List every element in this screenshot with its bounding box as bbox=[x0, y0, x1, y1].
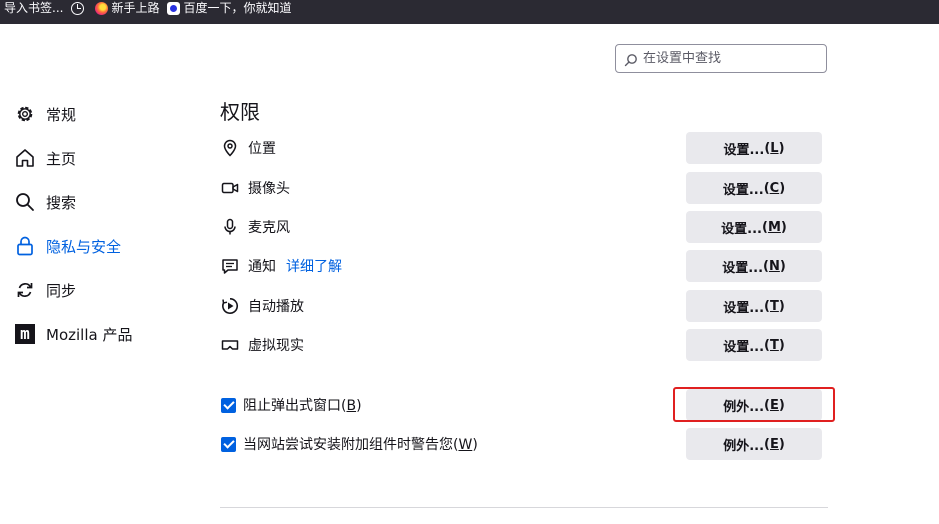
vr-icon bbox=[220, 335, 240, 355]
sync-icon bbox=[14, 279, 36, 301]
microphone-icon bbox=[220, 217, 240, 237]
learn-more-link[interactable]: 详细了解 bbox=[286, 256, 342, 276]
microphone-settings-button[interactable]: 设置...(M) bbox=[686, 211, 822, 243]
warn-addons-checkbox[interactable] bbox=[221, 436, 236, 452]
sidebar-item-label: 隐私与安全 bbox=[46, 237, 122, 256]
notification-icon bbox=[220, 256, 240, 276]
sidebar-item-privacy[interactable]: 隐私与安全 bbox=[14, 224, 194, 268]
block-popups-checkbox[interactable] bbox=[221, 397, 236, 413]
baidu-icon bbox=[167, 1, 181, 15]
home-icon bbox=[14, 147, 36, 169]
location-settings-button[interactable]: 设置...(L) bbox=[686, 132, 822, 164]
bookmark-import[interactable]: 导入书签... bbox=[0, 0, 67, 20]
sidebar-item-label: 搜索 bbox=[46, 193, 77, 212]
bookmark-history[interactable] bbox=[67, 0, 91, 20]
firefox-icon bbox=[95, 1, 109, 15]
sidebar-item-general[interactable]: 常规 bbox=[14, 92, 194, 136]
search-icon bbox=[624, 52, 638, 66]
settings-search-box[interactable] bbox=[615, 44, 827, 73]
permission-label: 虚拟现实 bbox=[248, 338, 304, 354]
sidebar-item-search[interactable]: 搜索 bbox=[14, 180, 194, 224]
vr-settings-button[interactable]: 设置...(T) bbox=[686, 329, 822, 361]
permission-label: 位置 bbox=[248, 141, 276, 157]
camera-icon bbox=[220, 178, 240, 198]
gear-icon bbox=[14, 103, 36, 125]
popups-exceptions-button[interactable]: 例外...(E) bbox=[686, 389, 822, 421]
sidebar-item-sync[interactable]: 同步 bbox=[14, 268, 194, 312]
sidebar-item-home[interactable]: 主页 bbox=[14, 136, 194, 180]
sidebar-item-label: 常规 bbox=[46, 105, 77, 124]
bookmark-baidu[interactable]: 百度一下，你就知道 bbox=[163, 0, 295, 20]
sidebar-item-mozilla[interactable]: m Mozilla 产品 bbox=[14, 312, 194, 356]
permissions-title: 权限 bbox=[220, 100, 260, 124]
autoplay-settings-button[interactable]: 设置...(T) bbox=[686, 290, 822, 322]
camera-settings-button[interactable]: 设置...(C) bbox=[686, 172, 822, 204]
permission-label: 通知 bbox=[248, 259, 276, 275]
block-popups-option[interactable]: 阻止弹出式窗口(B) bbox=[221, 390, 362, 420]
location-icon bbox=[220, 138, 240, 158]
sidebar: 常规 主页 搜索 隐私与安全 同步 m Mozilla 产品 bbox=[14, 92, 194, 356]
permission-label: 自动播放 bbox=[248, 299, 304, 315]
addons-exceptions-button[interactable]: 例外...(E) bbox=[686, 428, 822, 460]
bookmarks-toolbar: 导入书签... 新手上路 百度一下，你就知道 bbox=[0, 0, 939, 24]
warn-addons-option[interactable]: 当网站尝试安装附加组件时警告您(W) bbox=[221, 429, 478, 459]
section-divider bbox=[220, 507, 828, 508]
history-icon bbox=[71, 1, 85, 15]
lock-icon bbox=[14, 235, 36, 257]
search-input[interactable] bbox=[643, 51, 823, 66]
search-icon bbox=[14, 191, 36, 213]
sidebar-item-label: Mozilla 产品 bbox=[46, 325, 133, 344]
permission-label: 麦克风 bbox=[248, 220, 290, 236]
autoplay-icon bbox=[220, 296, 240, 316]
notifications-settings-button[interactable]: 设置...(N) bbox=[686, 250, 822, 282]
bookmark-getting-started[interactable]: 新手上路 bbox=[91, 0, 163, 20]
sidebar-item-label: 同步 bbox=[46, 281, 77, 300]
sidebar-item-label: 主页 bbox=[46, 149, 77, 168]
permission-label: 摄像头 bbox=[248, 181, 290, 197]
mozilla-icon: m bbox=[14, 323, 36, 345]
